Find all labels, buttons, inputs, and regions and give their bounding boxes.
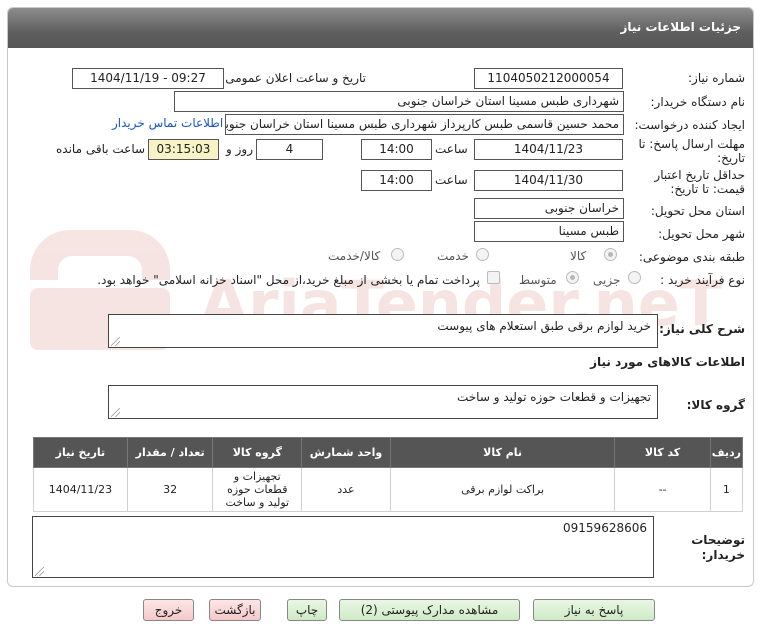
category-option-service: خدمت xyxy=(437,249,469,263)
exit-button[interactable]: خروج xyxy=(143,599,194,621)
deadline-days-label: روز و xyxy=(226,142,253,156)
resize-grip-icon[interactable] xyxy=(111,408,120,417)
deadline-time-field: 14:00 xyxy=(361,139,432,160)
need-number-field: 1104050212000054 xyxy=(474,68,623,89)
panel-header: جزئیات اطلاعات نیاز xyxy=(8,8,753,48)
purchase-type-option-medium: متوسط xyxy=(519,273,557,287)
buyer-notes-text: 09159628606 xyxy=(563,521,647,535)
goods-section-title: اطلاعات کالاهای مورد نیاز xyxy=(590,355,745,369)
price-validity-label-line1: حداقل تاریخ اعتبار xyxy=(654,168,745,182)
back-button[interactable]: بازگشت xyxy=(209,599,261,621)
cell-quantity: 32 xyxy=(126,467,214,512)
requester-label: ایجاد کننده درخواست: xyxy=(634,118,745,132)
table-row: 1 -- براکت لوازم برقی عدد تجهیزات و قطعا… xyxy=(33,467,744,512)
header-item-group: گروه کالا xyxy=(212,437,303,468)
summary-text: خرید لوازم برقی طبق استعلام های پیوست xyxy=(437,319,651,333)
cell-unit: عدد xyxy=(301,467,391,512)
purchase-type-radio-minor[interactable] xyxy=(628,271,641,284)
category-label: طبقه بندی موضوعی: xyxy=(638,250,745,264)
price-validity-time-label: ساعت xyxy=(435,173,468,187)
cell-item-group: تجهیزات و قطعات حوزه تولید و ساخت xyxy=(212,467,303,512)
header-item-code: کد کالا xyxy=(614,437,711,468)
announce-datetime-field: 1404/11/19 - 09:27 xyxy=(72,68,224,89)
category-radio-goods-service[interactable] xyxy=(391,248,404,261)
cell-item-code: -- xyxy=(614,467,711,512)
purchase-type-radio-medium[interactable] xyxy=(566,271,579,284)
cell-need-date: 1404/11/23 xyxy=(33,467,128,512)
deadline-date-field: 1404/11/23 xyxy=(474,139,623,160)
table-header-row: ردیف کد کالا نام کالا واحد شمارش گروه کا… xyxy=(33,437,744,468)
reply-button[interactable]: پاسخ به نیاز xyxy=(533,599,655,621)
purchase-type-label: نوع فرآیند خرید : xyxy=(660,273,745,287)
delivery-city-field: طبس مسینا xyxy=(474,221,624,242)
delivery-province-field: خراسان جنوبی xyxy=(474,198,624,219)
category-option-goods-service: کالا/خدمت xyxy=(328,249,381,263)
goods-group-label: گروه کالا: xyxy=(686,398,745,412)
remaining-time-label: ساعت باقی مانده xyxy=(56,142,146,156)
cell-row-number: 1 xyxy=(709,467,744,512)
announce-datetime-label: تاریخ و ساعت اعلان عمومی: xyxy=(221,71,366,85)
header-item-name: نام کالا xyxy=(389,437,616,468)
buyer-contact-link[interactable]: اطلاعات تماس خریدار xyxy=(112,116,223,130)
delivery-city-label: شهر محل تحویل: xyxy=(658,227,745,241)
buyer-notes-label-line1: توضیحات xyxy=(691,533,745,547)
purchase-type-option-minor: جزیی xyxy=(593,273,621,287)
resize-grip-icon[interactable] xyxy=(35,567,44,576)
summary-label: شرح کلی نیاز: xyxy=(659,322,745,336)
category-option-goods: کالا xyxy=(570,249,587,263)
delivery-province-label: استان محل تحویل: xyxy=(650,204,745,218)
buyer-org-label: نام دستگاه خریدار: xyxy=(650,95,746,109)
category-radio-goods[interactable] xyxy=(604,248,617,261)
deadline-label-line2: تاریخ: xyxy=(717,151,745,165)
goods-group-textarea[interactable]: تجهیزات و قطعات حوزه تولید و ساخت xyxy=(108,385,658,419)
buyer-notes-label-line2: خریدار: xyxy=(701,548,745,562)
cell-item-name: براکت لوازم برقی xyxy=(389,467,616,512)
deadline-time-label: ساعت xyxy=(435,142,468,156)
header-row-number: ردیف xyxy=(709,437,744,468)
buyer-notes-textarea[interactable]: 09159628606 xyxy=(32,516,654,578)
header-quantity: تعداد / مقدار xyxy=(126,437,214,468)
resize-grip-icon[interactable] xyxy=(111,337,120,346)
requester-field: محمد حسین قاسمی طبس کارپرداز شهرداری طبس… xyxy=(225,114,624,135)
buyer-org-field: شهرداری طبس مسینا استان خراسان جنوبی xyxy=(174,91,624,112)
treasury-bonds-note: پرداخت تمام یا بخشی از مبلغ خرید،از محل … xyxy=(97,273,480,287)
goods-table: ردیف کد کالا نام کالا واحد شمارش گروه کا… xyxy=(33,437,744,512)
remaining-time-field: 03:15:03 xyxy=(148,139,219,160)
view-attachments-button[interactable]: مشاهده مدارک پیوستی (2) xyxy=(339,599,520,621)
deadline-days-field: 4 xyxy=(256,139,323,160)
category-radio-service[interactable] xyxy=(476,248,489,261)
summary-textarea[interactable]: خرید لوازم برقی طبق استعلام های پیوست xyxy=(108,314,658,348)
price-validity-label-line2: قیمت: تا تاریخ: xyxy=(670,182,745,196)
goods-group-text: تجهیزات و قطعات حوزه تولید و ساخت xyxy=(456,390,651,404)
treasury-bonds-checkbox[interactable] xyxy=(487,271,500,284)
deadline-label-line1: مهلت ارسال پاسخ: تا xyxy=(638,137,745,151)
header-unit: واحد شمارش xyxy=(301,437,391,468)
price-validity-time-field: 14:00 xyxy=(361,170,432,191)
need-number-label: شماره نیاز: xyxy=(688,71,745,85)
price-validity-date-field: 1404/11/30 xyxy=(474,170,623,191)
print-button[interactable]: چاپ xyxy=(287,599,327,621)
header-need-date: تاریخ نیاز xyxy=(33,437,128,468)
